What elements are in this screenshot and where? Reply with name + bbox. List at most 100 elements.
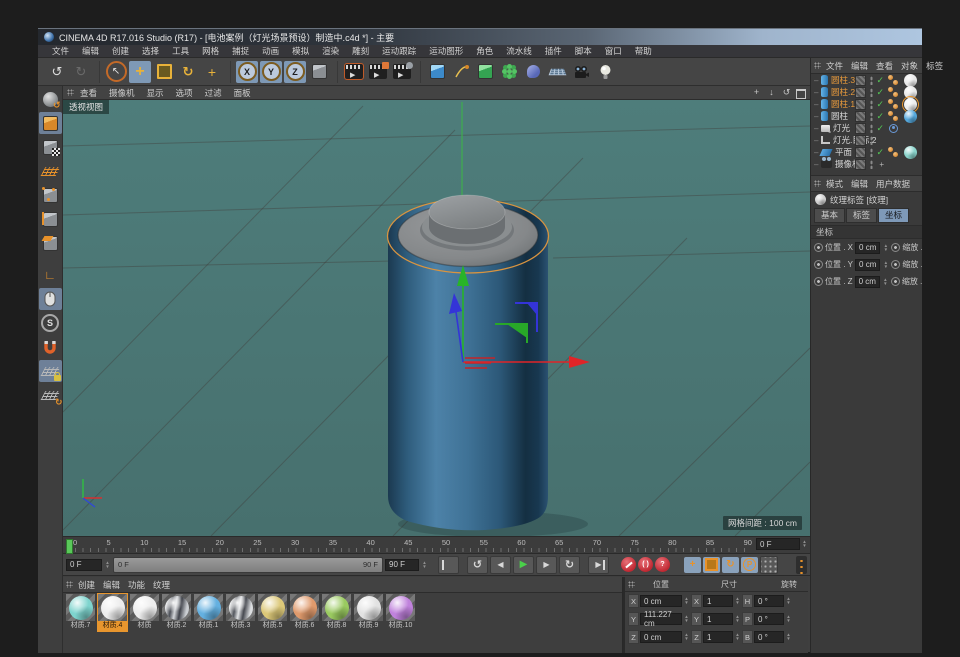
visibility-dots-icon[interactable]	[870, 100, 873, 109]
timeline-end-spinner[interactable]: 0 F	[756, 538, 808, 550]
key-point-level-icon[interactable]	[760, 556, 778, 574]
material-swatch[interactable]: 材质.5	[258, 594, 287, 631]
orbit-view-icon[interactable]: ↺	[781, 87, 792, 99]
size-z-field[interactable]: 1	[703, 631, 733, 643]
om-menu-file[interactable]: 文件	[823, 60, 846, 72]
record-keyframe-icon[interactable]	[621, 557, 636, 572]
loop-icon[interactable]	[559, 556, 580, 574]
enabled-check-icon[interactable]	[876, 75, 884, 86]
visibility-dots-icon[interactable]	[870, 112, 873, 121]
add-primitive-icon[interactable]	[426, 61, 448, 83]
material-swatch[interactable]: 材质.2	[162, 594, 191, 631]
size-x-field[interactable]: 1	[703, 595, 733, 607]
next-frame-icon[interactable]	[536, 556, 557, 574]
vp-menu-panel[interactable]: 面板	[228, 87, 257, 99]
layer-tag-icon[interactable]	[855, 135, 866, 146]
target-tag-icon[interactable]	[889, 124, 898, 133]
rotate-tool-icon[interactable]	[177, 61, 199, 83]
stepper-icon[interactable]	[882, 278, 889, 286]
make-editable-icon[interactable]	[39, 88, 62, 110]
previous-frame-icon[interactable]	[490, 556, 511, 574]
panel-grip-icon[interactable]	[814, 180, 821, 187]
add-environment-icon[interactable]	[522, 61, 544, 83]
add-light-icon[interactable]	[594, 61, 616, 83]
key-radio-icon[interactable]	[891, 277, 900, 286]
layer-tag-icon[interactable]	[855, 147, 866, 158]
object-row[interactable]: – 圆柱	[811, 110, 922, 122]
move-tool-icon[interactable]	[129, 61, 151, 83]
battery-model[interactable]	[388, 195, 589, 536]
layer-tag-icon[interactable]	[855, 87, 866, 98]
menu-animate[interactable]: 动画	[256, 45, 285, 57]
material-swatch[interactable]: 材质.8	[322, 594, 351, 631]
stepper-icon[interactable]	[104, 561, 111, 569]
render-settings-icon[interactable]	[367, 61, 389, 83]
menu-sculpt[interactable]: 雕刻	[346, 45, 375, 57]
title-bar[interactable]: CINEMA 4D R17.016 Studio (R17) - [电池案例（灯…	[38, 29, 922, 45]
redo-icon[interactable]	[70, 61, 92, 83]
panel-grip-icon[interactable]	[628, 581, 635, 588]
menu-pipeline[interactable]: 流水线	[500, 45, 538, 57]
pos-z-input[interactable]: 0 cm	[855, 276, 880, 288]
current-frame-field[interactable]: 0 F	[66, 559, 102, 571]
pan-view-icon[interactable]: +	[751, 87, 762, 99]
phong-tag-icon[interactable]	[888, 75, 898, 85]
tab-coordinates[interactable]: 坐标	[878, 208, 909, 223]
material-swatch[interactable]: 材质.7	[66, 594, 95, 631]
vp-menu-cameras[interactable]: 摄像机	[103, 87, 141, 99]
viewport-canvas[interactable]: 透视视图 网格间距 : 100 cm	[63, 100, 810, 536]
enabled-check-icon[interactable]	[876, 147, 884, 158]
mat-menu-create[interactable]: 创建	[75, 579, 98, 591]
size-y-field[interactable]: 1	[703, 613, 733, 625]
goto-start-icon[interactable]	[438, 556, 459, 574]
lock-z-axis-icon[interactable]	[284, 61, 306, 83]
pos-x-field[interactable]: 0 cm	[640, 595, 682, 607]
coordinate-system-icon[interactable]	[308, 61, 330, 83]
points-mode-icon[interactable]	[39, 184, 62, 206]
menu-tools[interactable]: 工具	[166, 45, 195, 57]
mat-menu-edit[interactable]: 编辑	[100, 579, 123, 591]
workplane-mode-icon[interactable]	[39, 160, 62, 182]
range-end-field[interactable]: 90 F	[385, 559, 419, 571]
stepper-icon[interactable]	[801, 538, 808, 550]
live-selection-icon[interactable]	[105, 61, 127, 83]
stepper-icon[interactable]	[734, 597, 741, 605]
stepper-icon[interactable]	[683, 615, 690, 623]
texture-mode-icon[interactable]	[39, 136, 62, 158]
object-row[interactable]: – 灯光.目标.2	[811, 134, 922, 146]
vp-menu-filter[interactable]: 过滤	[199, 87, 228, 99]
mat-menu-function[interactable]: 功能	[125, 579, 148, 591]
visibility-dots-icon[interactable]	[870, 76, 873, 85]
rot-h-field[interactable]: 0 °	[754, 595, 784, 607]
stepper-icon[interactable]	[734, 633, 741, 641]
protection-tag-icon[interactable]	[879, 160, 884, 169]
timeline-ruler[interactable]: 05 1015 2025 3035 4045 5055 6065 7075 80…	[63, 536, 810, 554]
zoom-view-icon[interactable]: ↓	[766, 87, 777, 99]
layer-tag-icon[interactable]	[855, 99, 866, 110]
material-swatch-selected[interactable]: 材质.4	[98, 594, 127, 631]
object-row[interactable]: – 摄像机	[811, 158, 922, 170]
coordinates-section-header[interactable]: 坐标	[811, 225, 922, 239]
menu-plugins[interactable]: 插件	[539, 45, 568, 57]
render-view-icon[interactable]	[343, 61, 365, 83]
menu-simulate[interactable]: 模拟	[286, 45, 315, 57]
material-tag-icon[interactable]	[904, 86, 917, 99]
layer-tag-icon[interactable]	[855, 111, 866, 122]
key-radio-icon[interactable]	[814, 277, 823, 286]
scale-tool-icon[interactable]	[153, 61, 175, 83]
om-menu-tags[interactable]: 标签	[923, 60, 946, 72]
key-rotation-icon[interactable]: ↻	[722, 557, 739, 573]
layer-tag-icon[interactable]	[855, 123, 866, 134]
object-row[interactable]: – 圆柱.2	[811, 86, 922, 98]
stepper-icon[interactable]	[882, 261, 889, 269]
vp-menu-options[interactable]: 选项	[170, 87, 199, 99]
panel-grip-icon[interactable]	[66, 581, 73, 588]
stepper-icon[interactable]	[683, 597, 690, 605]
phong-tag-icon[interactable]	[888, 111, 898, 121]
am-menu-mode[interactable]: 模式	[823, 178, 846, 190]
om-menu-edit[interactable]: 编辑	[848, 60, 871, 72]
rotate-workplane-icon[interactable]	[39, 384, 62, 406]
model-mode-icon[interactable]	[39, 112, 62, 134]
vp-menu-display[interactable]: 显示	[141, 87, 170, 99]
key-radio-icon[interactable]	[814, 243, 823, 252]
